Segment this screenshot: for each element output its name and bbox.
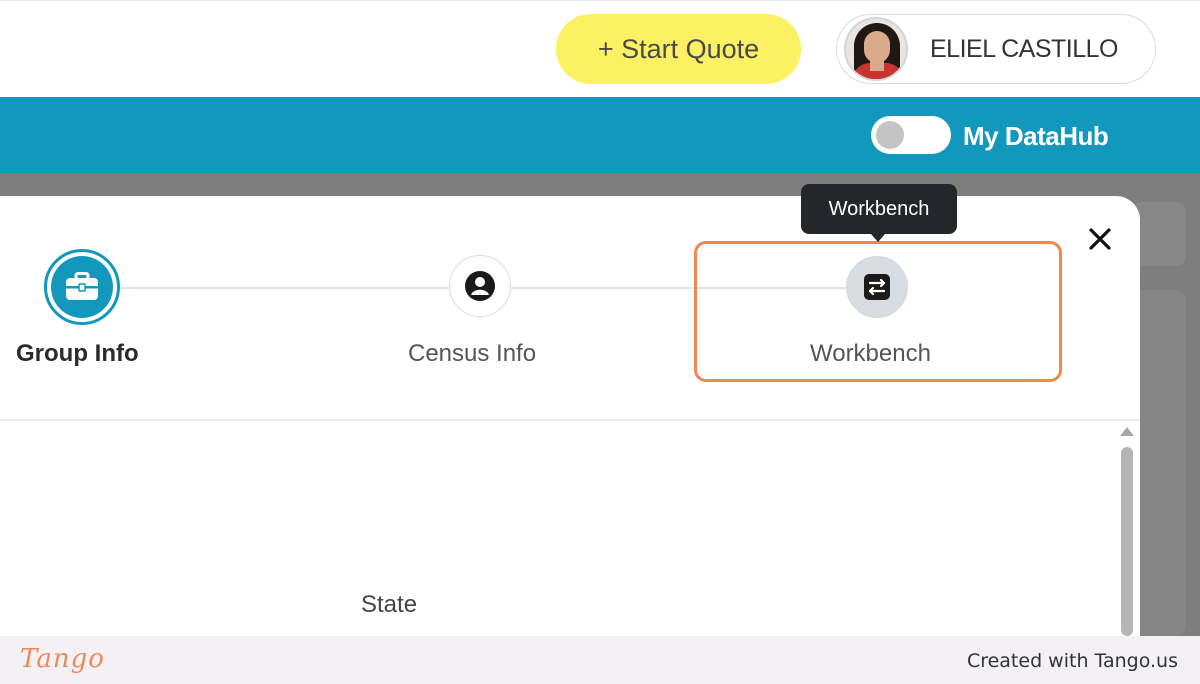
step-census-info[interactable] xyxy=(449,255,511,317)
top-header: + Start Quote ELIEL CASTILLO xyxy=(0,0,1200,97)
tango-logo: Tango xyxy=(20,644,105,674)
step-label-group-info: Group Info xyxy=(16,340,139,367)
user-profile-button[interactable]: ELIEL CASTILLO xyxy=(836,14,1156,84)
briefcase-icon xyxy=(66,272,98,300)
state-field-label: State xyxy=(361,591,418,618)
my-datahub-label: My DataHub xyxy=(963,121,1109,151)
toggle-knob xyxy=(876,121,904,149)
workbench-highlight-box xyxy=(694,241,1062,382)
tango-footer: Tango Created with Tango.us xyxy=(0,636,1200,684)
nav-bar: My DataHub xyxy=(0,97,1200,173)
step-label-census-info: Census Info xyxy=(408,340,537,367)
user-name: ELIEL CASTILLO xyxy=(930,34,1119,63)
tooltip-arrow xyxy=(871,234,885,242)
step-group-info[interactable] xyxy=(44,249,120,325)
user-icon xyxy=(465,271,495,301)
modal-divider xyxy=(0,419,1140,421)
close-icon xyxy=(1089,228,1111,250)
avatar xyxy=(844,17,908,81)
my-datahub-toggle[interactable] xyxy=(871,116,951,154)
close-button[interactable] xyxy=(1083,222,1117,256)
start-quote-button[interactable]: + Start Quote xyxy=(556,14,801,84)
scrollbar-thumb[interactable] xyxy=(1121,447,1133,636)
background-card xyxy=(1132,290,1186,636)
tango-credit: Created with Tango.us xyxy=(966,650,1178,672)
step-connector xyxy=(120,287,449,289)
background-card xyxy=(1132,202,1186,266)
workbench-tooltip: Workbench xyxy=(801,184,957,234)
scroll-up-arrow[interactable] xyxy=(1120,427,1134,436)
